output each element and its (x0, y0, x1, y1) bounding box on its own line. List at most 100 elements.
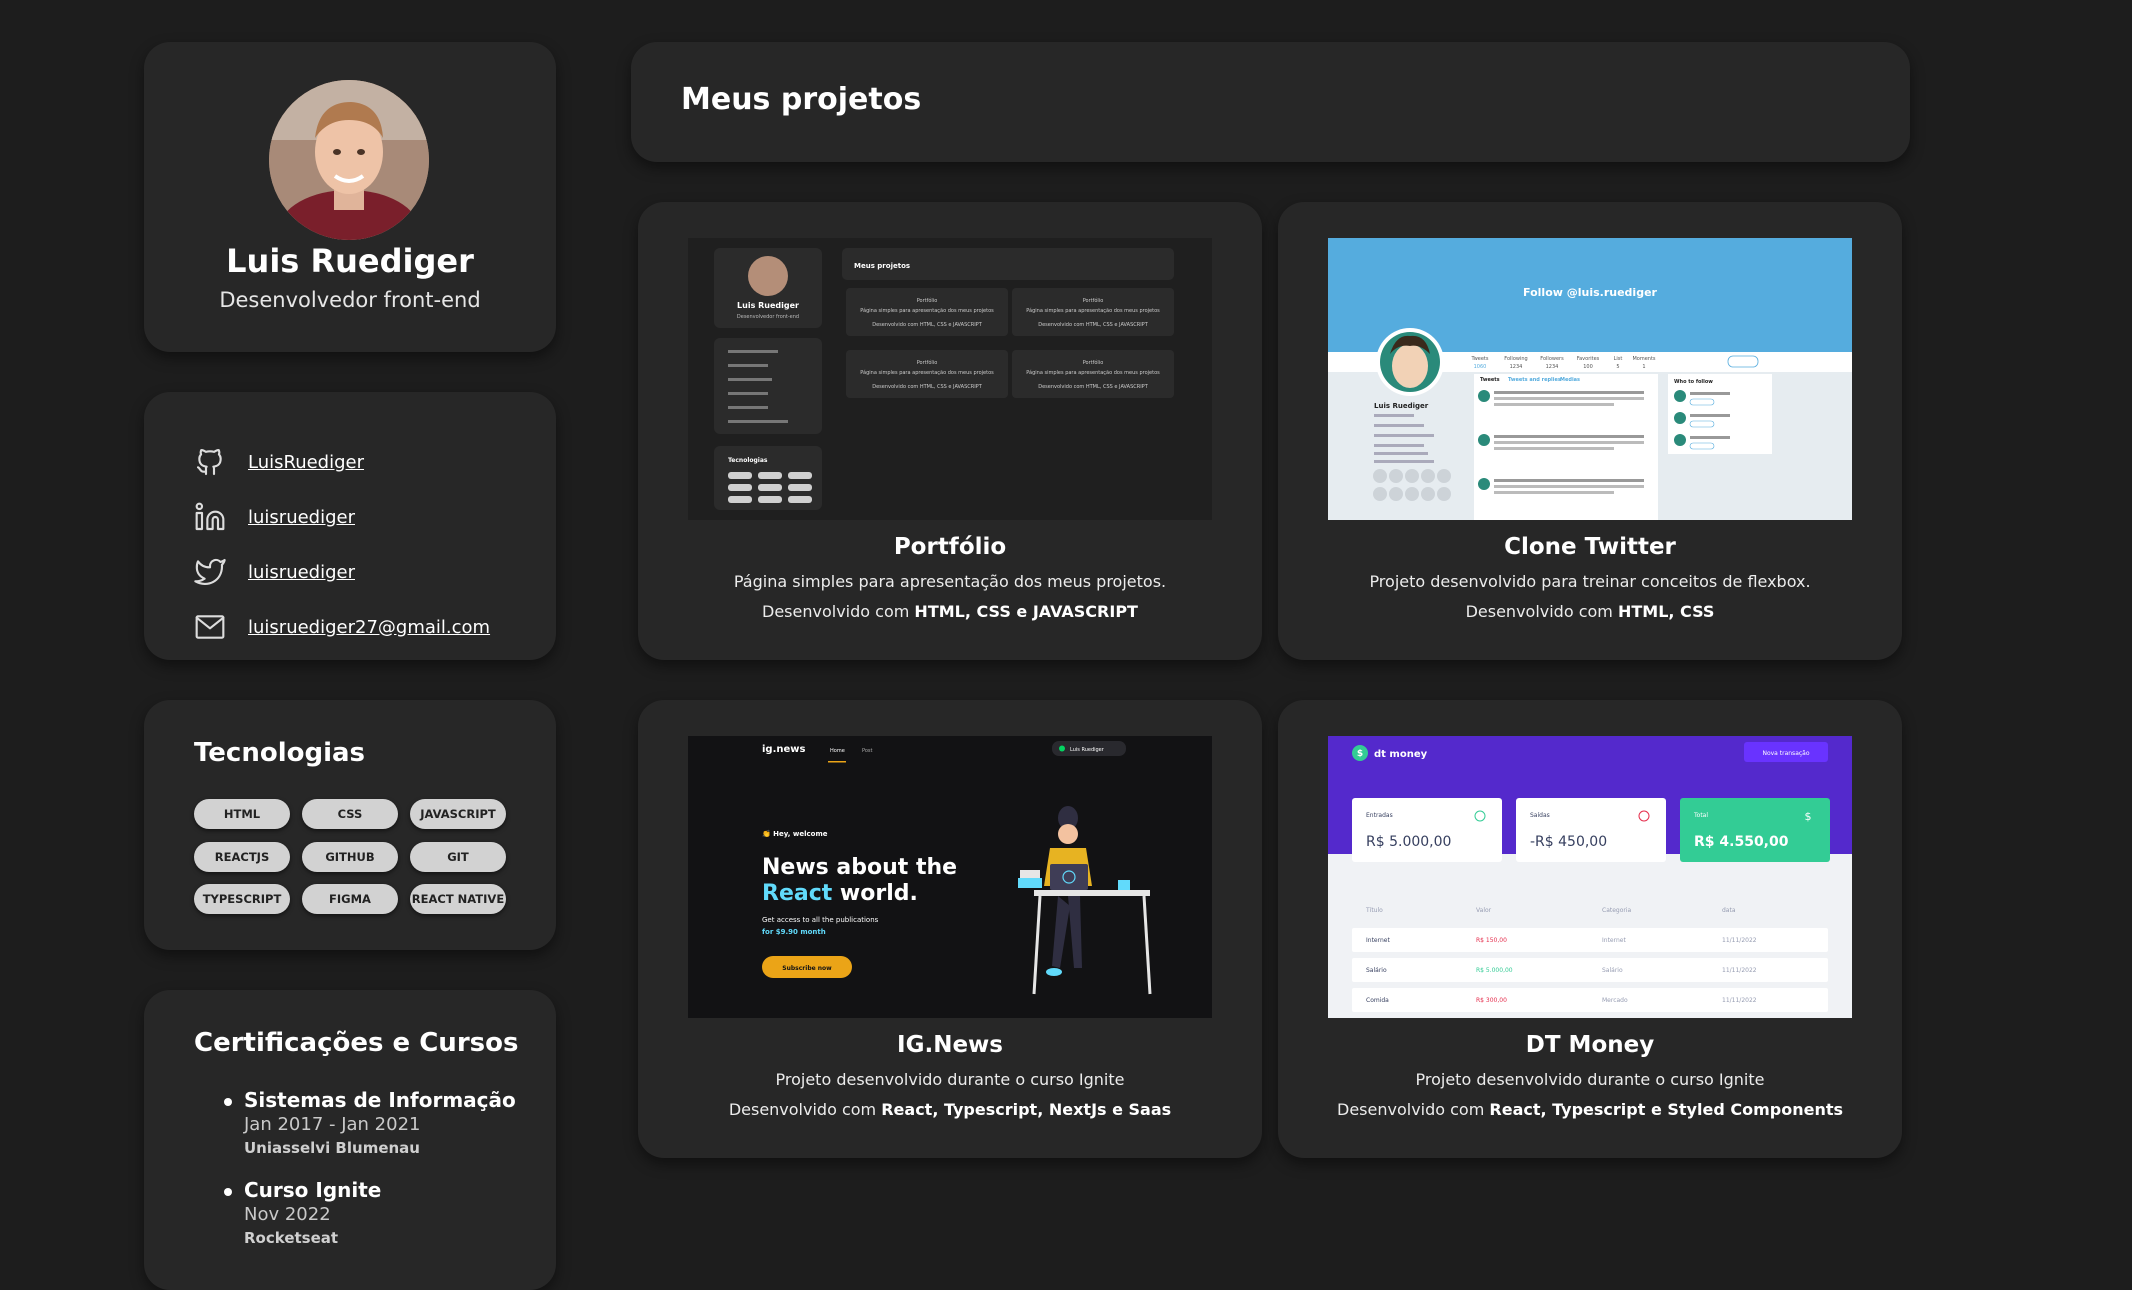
linkedin-link[interactable]: luisruediger (248, 507, 355, 528)
svg-text:Portfólio: Portfólio (1083, 297, 1104, 304)
thumb-card-label: Total (1693, 812, 1708, 819)
tech-badge: REACT NATIVE (410, 884, 506, 914)
svg-text:$: $ (1805, 810, 1812, 823)
cert-date: Nov 2022 (244, 1204, 331, 1225)
project-card-ignews[interactable]: ig.news Home Post Luis Ruediger 👏 Hey, w… (638, 700, 1262, 1158)
project-card-portfolio[interactable]: Luis Ruediger Desenvolvedor front-end Te… (638, 202, 1262, 660)
project-tech: React, Typescript e Styled Components (1489, 1100, 1843, 1119)
tech-badge: TYPESCRIPT (194, 884, 290, 914)
thumb-logo: dt money (1374, 749, 1428, 760)
bullet (224, 1188, 232, 1196)
cert-item: Sistemas de Informação Jan 2017 - Jan 20… (224, 1088, 516, 1157)
thumb-cell: R$ 5.000,00 (1476, 967, 1513, 974)
thumb-cell: Mercado (1602, 997, 1628, 1004)
thumb-col: data (1722, 907, 1736, 914)
thumb-header: Meus projetos (854, 262, 910, 270)
mail-icon (195, 615, 225, 639)
cert-name: Curso Ignite (244, 1178, 382, 1202)
thumb-col: Categoria (1602, 907, 1632, 914)
project-description: Projeto desenvolvido durante o curso Ign… (775, 1070, 1125, 1089)
thumb-col: Valor (1476, 907, 1492, 914)
github-icon (196, 449, 222, 476)
svg-text:Tweets and replies: Tweets and replies (1508, 377, 1561, 383)
project-screenshot: ig.news Home Post Luis Ruediger 👏 Hey, w… (688, 736, 1212, 1018)
social-links-card: LuisRuediger luisruediger luisruediger l… (144, 392, 556, 660)
svg-text:1234: 1234 (1510, 364, 1523, 370)
thumb-headline-world: world. (832, 881, 918, 906)
svg-text:Portfólio: Portfólio (917, 297, 938, 304)
project-tech-line: Desenvolvido com React, Typescript, Next… (638, 1100, 1262, 1119)
thumb-cell: Salário (1366, 967, 1387, 974)
project-card-dtmoney[interactable]: $ dt money Nova transação Entradas Saída… (1278, 700, 1902, 1158)
thumb-sub1: Get access to all the publications (762, 916, 879, 924)
svg-text:Medias: Medias (1560, 377, 1580, 383)
svg-text:$: $ (1357, 749, 1363, 759)
svg-text:List: List (1614, 356, 1623, 362)
project-description: Projeto desenvolvido para treinar concei… (1369, 572, 1811, 591)
certifications-card: Certificações e Cursos Sistemas de Infor… (144, 990, 556, 1290)
thumb-new-btn: Nova transação (1762, 750, 1809, 757)
thumb-banner: Follow @luis.ruediger (1523, 286, 1658, 299)
thumb-headline-react: React (762, 881, 833, 906)
dev-prefix: Desenvolvido com (762, 602, 910, 621)
tech-badge: GITHUB (302, 842, 398, 872)
project-screenshot: Follow @luis.ruediger Tweets Following Fol… (1328, 238, 1852, 520)
thumb-nav-home: Home (830, 748, 845, 754)
thumb-card-value: R$ 5.000,00 (1366, 834, 1451, 850)
svg-text:Portfólio: Portfólio (917, 359, 938, 366)
tech-badge: JAVASCRIPT (410, 799, 506, 829)
thumb-cell: R$ 300,00 (1476, 997, 1507, 1004)
svg-text:Página simples para apresentaç: Página simples para apresentação dos meu… (860, 307, 994, 314)
project-description: Projeto desenvolvido durante o curso Ign… (1415, 1070, 1765, 1089)
svg-text:Desenvolvido com HTML, CSS e J: Desenvolvido com HTML, CSS e JAVASCRIPT (872, 322, 982, 328)
thumb-card-label: Entradas (1366, 812, 1393, 819)
thumb-name: Luis Ruediger (737, 301, 799, 310)
email-link[interactable]: luisruediger27@gmail.com (248, 617, 490, 638)
svg-text:Página simples para apresentaç: Página simples para apresentação dos meu… (860, 369, 994, 376)
thumb-role: Desenvolvedor front-end (737, 314, 799, 320)
profile-role: Desenvolvedor front-end (219, 288, 481, 312)
svg-text:Página simples para apresentaç: Página simples para apresentação dos meu… (1026, 369, 1160, 376)
project-description: Página simples para apresentação dos meu… (733, 572, 1167, 591)
svg-text:Moments: Moments (1632, 356, 1655, 362)
linkedin-icon (195, 502, 225, 531)
thumb-cell: 11/11/2022 (1722, 997, 1757, 1004)
svg-text:1234: 1234 (1546, 364, 1559, 370)
svg-text:Desenvolvido com HTML, CSS e J: Desenvolvido com HTML, CSS e JAVASCRIPT (1038, 384, 1148, 390)
cert-date: Jan 2017 - Jan 2021 (244, 1114, 421, 1135)
project-screenshot: $ dt money Nova transação Entradas Saída… (1328, 736, 1852, 1018)
project-title: DT Money (1525, 1032, 1655, 1058)
svg-text:Favorites: Favorites (1577, 356, 1600, 362)
tech-badge: REACTJS (194, 842, 290, 872)
thumb-card-value: -R$ 450,00 (1530, 834, 1607, 850)
tech-badge: HTML (194, 799, 290, 829)
bullet (224, 1098, 232, 1106)
svg-text:5: 5 (1616, 364, 1619, 370)
certifications-title: Certificações e Cursos (194, 1028, 519, 1058)
thumb-cell: R$ 150,00 (1476, 937, 1507, 944)
svg-text:React world.: React world. (762, 881, 918, 906)
svg-text:Desenvolvido com HTML, CSS e J: Desenvolvido com HTML, CSS e JAVASCRIPT (872, 384, 982, 390)
thumb-card-label: Saídas (1530, 812, 1550, 819)
projects-header: Meus projetos (631, 42, 1910, 162)
twitter-link[interactable]: luisruediger (248, 562, 355, 583)
cert-name: Sistemas de Informação (244, 1088, 516, 1112)
svg-text:Tweets: Tweets (1480, 377, 1500, 383)
svg-text:100: 100 (1583, 364, 1593, 370)
project-screenshot: Luis Ruediger Desenvolvedor front-end Te… (688, 238, 1212, 520)
project-tech-line: Desenvolvido com React, Typescript e Sty… (1278, 1100, 1902, 1119)
thumb-tech-title: Tecnologias (728, 457, 768, 464)
cert-institution: Rocketseat (244, 1229, 339, 1247)
project-tech: React, Typescript, NextJs e Saas (881, 1100, 1172, 1119)
project-card-twitter[interactable]: Follow @luis.ruediger Tweets Following Fol… (1278, 202, 1902, 660)
projects-title: Meus projetos (681, 82, 922, 117)
svg-text:Followers: Followers (1540, 356, 1564, 362)
thumb-logo: ig.news (762, 744, 806, 755)
linkedin-link-row: luisruediger (194, 499, 355, 535)
dev-prefix: Desenvolvido com (728, 1100, 877, 1119)
github-link[interactable]: LuisRuediger (248, 452, 364, 473)
technologies-title: Tecnologias (194, 738, 366, 768)
thumb-cell: Salário (1602, 967, 1623, 974)
thumb-cell: Internet (1366, 937, 1390, 944)
project-title: Portfólio (893, 534, 1007, 560)
